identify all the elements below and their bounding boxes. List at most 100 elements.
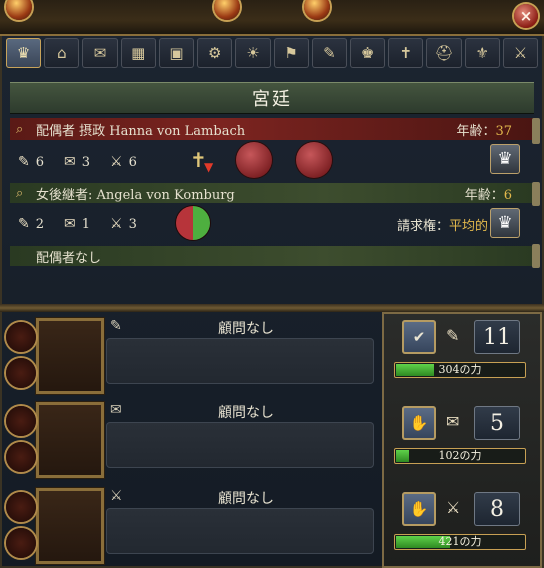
- adm-power-button[interactable]: ✔: [402, 320, 436, 354]
- monarch-power-mil: ✋ ⚔ 8 421の力: [386, 492, 536, 568]
- consort-mil: ⚔ 6: [110, 154, 137, 170]
- crown-small-icon: ♚: [360, 44, 375, 62]
- tab-decisions[interactable]: ✎: [311, 38, 347, 68]
- tab-government[interactable]: ⌂: [44, 38, 80, 68]
- consort-name: 配偶者 摂政 Hanna von Lambach: [36, 123, 246, 139]
- advisor-slot-circle: [6, 528, 36, 558]
- empty-trait-slot[interactable]: [236, 142, 272, 178]
- dove-icon: ✉: [446, 412, 460, 431]
- advisor-info-box[interactable]: [106, 508, 374, 554]
- ornament-gem-icon: [6, 0, 32, 20]
- monarch-power-dip: ✋ ✉ 5 102の力: [386, 406, 536, 486]
- consort-stats: ✎ 6 ✉ 3 ⚔ 6: [10, 146, 534, 178]
- temple-icon: ⌂: [57, 44, 67, 62]
- ornament-gem-icon: [214, 0, 240, 20]
- heir-mil: ⚔ 3: [110, 216, 137, 232]
- heir-stats: ✎ 2 ✉ 1 ⚔ 3 請求権：平均的: [10, 208, 534, 240]
- crossed-swords-icon: ⚔: [446, 498, 461, 517]
- consort-age: 年齢：37: [456, 123, 512, 139]
- hand-check-icon: ✔: [412, 328, 426, 346]
- tab-technology[interactable]: ⚙: [197, 38, 233, 68]
- tab-war[interactable]: ⚔: [502, 38, 539, 68]
- heir-claim: 請求権：平均的: [396, 218, 488, 234]
- dip-power-label: 102の力: [438, 449, 482, 462]
- tab-ideas[interactable]: ☀: [235, 38, 271, 68]
- hand-icon: ✋: [409, 500, 429, 518]
- goods-icon: ▦: [131, 44, 146, 62]
- adm-power-bar: 304の力: [394, 362, 526, 378]
- scroll-icon: ✎: [446, 326, 460, 345]
- court-window: × ♛ ⌂ ✉ ▦ ▣ ⚙ ☀ ⚑ ✎ ♚ ✝ ⛑ ⚜ ⚔ 宮廷 ⌕ 配偶者 摂…: [0, 0, 544, 568]
- advisor-info-box[interactable]: [106, 422, 374, 468]
- spouse-none-header: 配偶者なし: [10, 246, 534, 266]
- consort-header[interactable]: ⌕ 配偶者 摂政 Hanna von Lambach 年齢：37: [10, 118, 534, 140]
- advisor-slot-adm[interactable]: ✎ 顧問なし: [6, 318, 378, 398]
- crossed-swords-icon: ⚔: [110, 488, 123, 504]
- hand-icon: ✋: [409, 414, 429, 432]
- consort-adm: ✎ 6: [18, 154, 45, 170]
- tab-diplomacy[interactable]: ✉: [82, 38, 118, 68]
- tab-estates[interactable]: ♚: [349, 38, 386, 68]
- advisor-portrait[interactable]: [36, 318, 104, 394]
- crown-icon: ♛: [497, 213, 513, 233]
- dove-icon: ✉: [64, 154, 76, 170]
- page-title: 宮廷: [252, 89, 292, 110]
- consort-dip: ✉ 3: [64, 154, 91, 170]
- advisor-slot-dip[interactable]: ✉ 顧問なし: [6, 402, 378, 482]
- tab-bar: ♛ ⌂ ✉ ▦ ▣ ⚙ ☀ ⚑ ✎ ♚ ✝ ⛑ ⚜ ⚔: [6, 38, 539, 68]
- spouse-none-label: 配偶者なし: [36, 250, 102, 266]
- page-title-banner: 宮廷: [10, 82, 534, 114]
- dove-icon: ✉: [64, 216, 76, 232]
- heraldry-icon: ⚜: [475, 44, 489, 62]
- advisor-label: 顧問なし: [218, 321, 274, 337]
- empty-trait-slot[interactable]: [296, 142, 332, 178]
- dip-skill-value: 5: [474, 406, 520, 440]
- mil-power-label: 421の力: [438, 535, 482, 548]
- heir-adm: ✎ 2: [18, 216, 45, 232]
- heir-age: 年齢：6: [464, 187, 512, 203]
- tab-missions[interactable]: ⚑: [273, 38, 309, 68]
- close-button[interactable]: ×: [514, 4, 538, 28]
- crossed-swords-icon: ⚔: [110, 154, 123, 170]
- advisor-slot-mil[interactable]: ⚔ 顧問なし: [6, 488, 378, 568]
- consort-crown-button[interactable]: ♛: [490, 144, 520, 174]
- advisor-portrait[interactable]: [36, 488, 104, 564]
- banner-end-icon: [532, 118, 540, 144]
- advisor-slot-circle: [6, 442, 36, 472]
- crown-icon: ♛: [16, 44, 31, 62]
- section-divider: [0, 304, 544, 312]
- tab-religion[interactable]: ✝: [388, 38, 424, 68]
- tab-military[interactable]: ⛑: [426, 38, 462, 68]
- heir-culture-pie[interactable]: [176, 206, 210, 240]
- window-topbar: [0, 0, 544, 36]
- dip-power-button[interactable]: ✋: [402, 406, 436, 440]
- crates-icon: ▣: [169, 44, 184, 62]
- banner-end-icon: [532, 244, 540, 268]
- monarch-power-adm: ✔ ✎ 11 304の力: [386, 320, 536, 400]
- advisor-info-box[interactable]: [106, 338, 374, 384]
- mil-power-bar: 421の力: [394, 534, 526, 550]
- idea-icon: ☀: [246, 44, 260, 62]
- banner-end-icon: [532, 182, 540, 206]
- mil-skill-value: 8: [474, 492, 520, 526]
- crossed-swords-icon: ⚔: [513, 44, 528, 62]
- scroll-icon: ✎: [18, 216, 30, 232]
- tab-trade[interactable]: ▣: [158, 38, 195, 68]
- advisor-slot-circle: [6, 406, 36, 436]
- helmet-icon: ⛑: [434, 44, 454, 62]
- gear-icon: ⚙: [207, 44, 222, 62]
- tab-court[interactable]: ♛: [6, 38, 42, 68]
- mil-power-button[interactable]: ✋: [402, 492, 436, 526]
- scroll-icon: ✎: [110, 318, 122, 334]
- cross-icon: ✝: [399, 44, 413, 62]
- advisor-label: 顧問なし: [218, 491, 274, 507]
- tab-subjects[interactable]: ⚜: [464, 38, 500, 68]
- magnifier-icon: ⌕: [16, 185, 24, 201]
- heir-crown-button[interactable]: ♛: [490, 208, 520, 238]
- tab-economy[interactable]: ▦: [120, 38, 156, 68]
- flag-icon: ⚑: [284, 44, 298, 62]
- advisor-portrait[interactable]: [36, 402, 104, 478]
- heir-header[interactable]: ⌕ 女後継者: Angela von Komburg 年齢：6: [10, 183, 534, 203]
- adm-power-label: 304の力: [438, 363, 482, 376]
- magnifier-icon: ⌕: [16, 121, 24, 137]
